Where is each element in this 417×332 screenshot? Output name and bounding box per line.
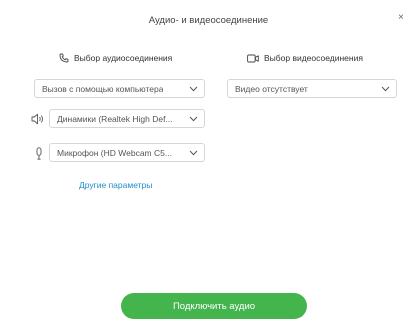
chevron-down-icon xyxy=(189,86,198,91)
audio-section-header: Выбор аудиосоединения xyxy=(59,51,172,65)
phone-icon xyxy=(59,53,69,63)
more-settings-link[interactable]: Другие параметры xyxy=(79,180,152,190)
chevron-down-icon xyxy=(189,116,198,121)
audio-connection-value: Вызов с помощью компьютера xyxy=(42,83,164,94)
video-section-title: Выбор видеосоединения xyxy=(264,53,363,63)
connect-audio-button[interactable]: Подключить аудио xyxy=(121,293,307,319)
chevron-down-icon xyxy=(381,86,390,91)
speaker-value: Динамики (Realtek High Def... xyxy=(57,113,173,124)
microphone-value: Микрофон (HD Webcam C5... xyxy=(57,147,172,158)
video-section-header: Выбор видеосоединения xyxy=(247,51,363,65)
audio-video-dialog: Аудио- и видеосоединение × Выбор аудиосо… xyxy=(0,0,417,332)
dialog-title: Аудио- и видеосоединение xyxy=(148,15,269,26)
video-connection-value: Видео отсутствует xyxy=(235,83,308,94)
audio-section-title: Выбор аудиосоединения xyxy=(74,53,173,63)
video-camera-icon xyxy=(247,54,259,62)
close-icon[interactable]: × xyxy=(398,13,404,23)
microphone-icon xyxy=(34,146,44,160)
microphone-select[interactable]: Микрофон (HD Webcam C5... xyxy=(49,143,205,162)
chevron-down-icon xyxy=(189,150,198,155)
audio-connection-select[interactable]: Вызов с помощью компьютера xyxy=(34,79,205,98)
video-connection-select[interactable]: Видео отсутствует xyxy=(227,79,397,98)
speaker-icon xyxy=(31,112,45,126)
speaker-select[interactable]: Динамики (Realtek High Def... xyxy=(49,109,205,128)
